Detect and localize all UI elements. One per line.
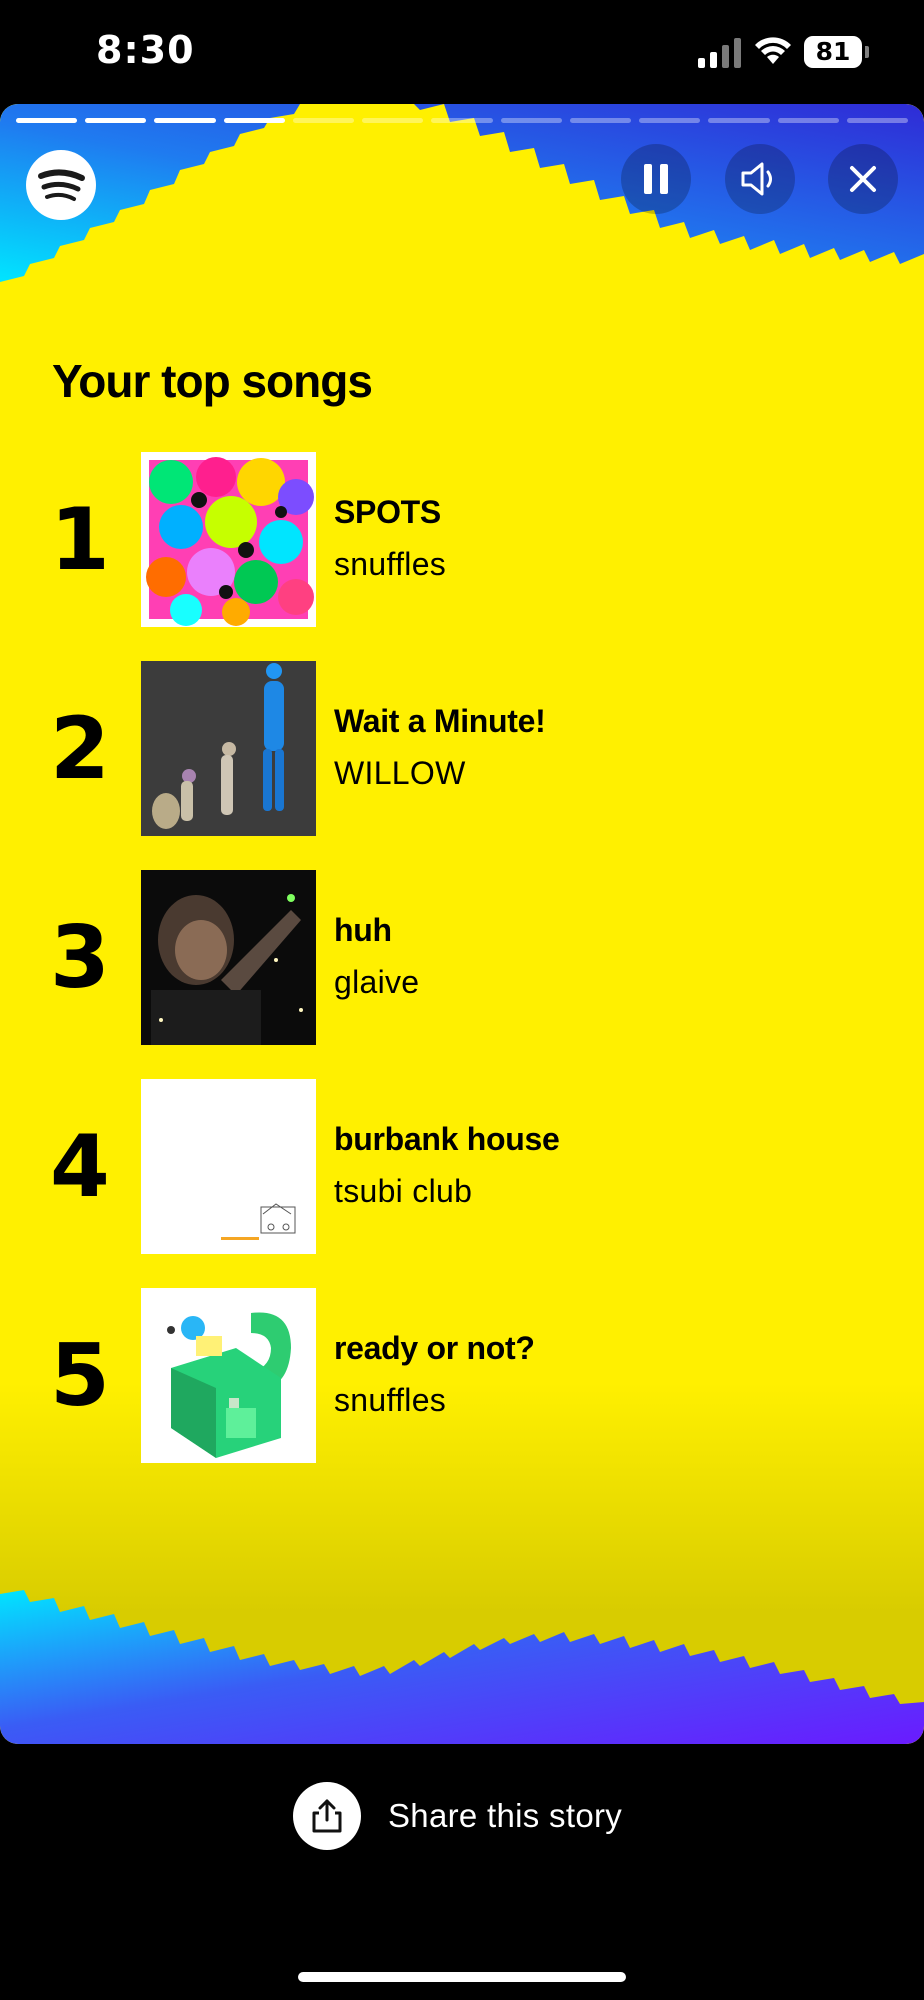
wifi-icon <box>755 37 791 64</box>
song-title: ready or not? <box>334 1330 535 1366</box>
progress-segment <box>639 118 701 123</box>
song-title: Wait a Minute! <box>334 703 546 739</box>
song-artist: snuffles <box>334 546 447 582</box>
share-icon <box>312 1799 342 1833</box>
cellular-signal-icon <box>698 38 741 68</box>
progress-segment <box>16 118 78 123</box>
story-card[interactable]: Your top songs 1 SPOTS snuffles 2 Wait a… <box>0 104 924 1744</box>
progress-segment <box>154 118 216 123</box>
progress-segment <box>85 118 147 123</box>
album-art-ready-or-not <box>141 1288 316 1463</box>
status-time: 8:30 <box>96 28 195 72</box>
song-artist: snuffles <box>334 1382 447 1418</box>
progress-segment <box>362 118 424 123</box>
battery-indicator: 81 <box>804 36 862 68</box>
speaker-icon <box>741 162 772 196</box>
album-art-burbank-house <box>141 1079 316 1254</box>
story-title: Your top songs <box>52 355 373 407</box>
song-title: huh <box>334 912 392 948</box>
pause-icon <box>644 164 668 194</box>
share-label: Share this story <box>388 1797 623 1834</box>
song-row[interactable]: 4 burbank house tsubi club <box>0 1079 924 1255</box>
pause-button[interactable] <box>621 144 691 214</box>
song-rank: 3 <box>50 908 110 1008</box>
share-story-button[interactable]: Share this story <box>293 1781 622 1851</box>
song-row[interactable]: 3 huh glaive <box>0 870 924 1046</box>
progress-segment <box>569 118 632 123</box>
progress-segment <box>846 118 909 123</box>
battery-tip <box>865 46 869 58</box>
album-art-spots <box>141 452 316 627</box>
progress-segment <box>777 118 839 123</box>
song-row[interactable]: 1 SPOTS snuffles <box>0 452 924 628</box>
home-indicator[interactable] <box>298 1972 626 1982</box>
song-title: SPOTS <box>334 494 441 530</box>
spotify-logo-icon <box>26 150 96 220</box>
close-button[interactable] <box>828 144 898 214</box>
album-art-huh <box>141 870 316 1045</box>
song-rank: 1 <box>50 490 110 590</box>
song-artist: glaive <box>334 964 420 1000</box>
album-art-wait-a-minute <box>141 661 316 836</box>
song-artist: WILLOW <box>334 755 466 791</box>
song-rank: 4 <box>50 1117 110 1217</box>
song-rank: 5 <box>50 1326 110 1426</box>
close-icon <box>850 166 876 192</box>
story-progress-bar <box>16 118 909 123</box>
share-icon-circle <box>293 1782 361 1850</box>
song-rank: 2 <box>50 699 110 799</box>
song-artist: tsubi club <box>334 1173 473 1209</box>
song-row[interactable]: 2 Wait a Minute! WILLOW <box>0 661 924 837</box>
progress-segment <box>708 118 770 123</box>
progress-segment <box>292 118 355 123</box>
status-bar: 8:30 81 <box>0 0 924 104</box>
progress-segment <box>223 118 285 123</box>
song-row[interactable]: 5 ready or not? snuffles <box>0 1288 924 1464</box>
share-area: Share this story <box>0 1744 924 1894</box>
progress-segment <box>500 118 562 123</box>
progress-segment <box>431 118 493 123</box>
sound-button[interactable] <box>725 144 795 214</box>
song-title: burbank house <box>334 1121 560 1157</box>
